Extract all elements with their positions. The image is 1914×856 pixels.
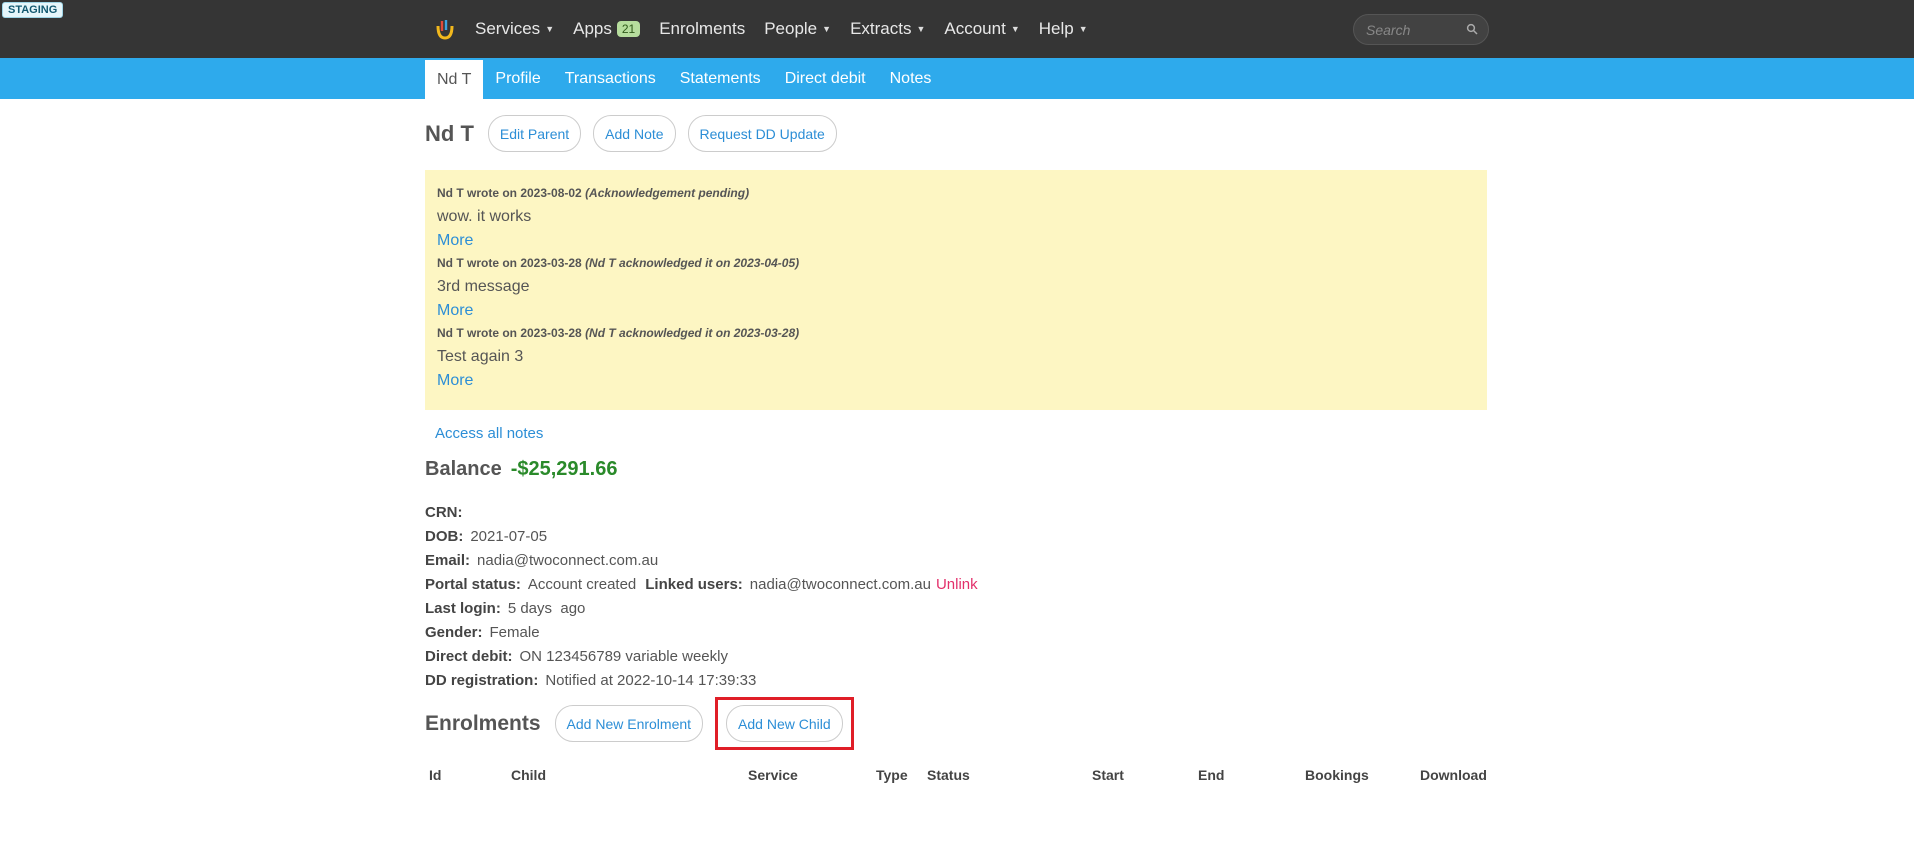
nav-help[interactable]: Help ▼ (1039, 19, 1088, 39)
search-box (1353, 14, 1489, 45)
nav-services[interactable]: Services ▼ (475, 19, 554, 39)
page-title: Nd T (425, 120, 474, 146)
tab-statements[interactable]: Statements (668, 58, 773, 99)
note-header: Nd T wrote on 2023-08-02 (437, 186, 582, 200)
caret-down-icon: ▼ (822, 24, 832, 34)
top-navbar: Services ▼ Apps 21 Enrolments People ▼ Extr… (0, 0, 1914, 58)
column-header[interactable]: Bookings (1305, 767, 1369, 783)
note-header: Nd T wrote on 2023-03-28 (437, 256, 582, 270)
nav-apps[interactable]: Apps 21 (573, 19, 641, 39)
page-header: Nd T Edit Parent Add Note Request DD Upd… (425, 115, 849, 152)
main-menu: Services ▼ Apps 21 Enrolments People ▼ Extr… (475, 0, 1107, 58)
note-item: Nd T wrote on 2023-03-28 (Nd T acknowled… (437, 326, 1475, 390)
tab-profile[interactable]: Profile (483, 58, 552, 99)
column-header[interactable]: End (1198, 767, 1224, 783)
column-header[interactable]: Status (927, 767, 970, 783)
add-new-enrolment-button[interactable]: Add New Enrolment (554, 705, 704, 742)
column-header[interactable]: Service (748, 767, 798, 783)
note-ack-status: (Acknowledgement pending) (585, 186, 750, 200)
note-more-link[interactable]: More (437, 232, 1475, 250)
tab-transactions[interactable]: Transactions (553, 58, 668, 99)
caret-down-icon: ▼ (545, 24, 555, 34)
add-new-child-button[interactable]: Add New Child (726, 705, 843, 742)
tab-notes[interactable]: Notes (878, 58, 944, 99)
column-header[interactable]: Start (1092, 767, 1124, 783)
parent-subnav: Nd T Profile Transactions Statements Dir… (0, 58, 1914, 99)
nav-extracts[interactable]: Extracts ▼ (850, 19, 925, 39)
note-ack-status: (Nd T acknowledged it on 2023-04-05) (585, 256, 800, 270)
enrolments-table-header: Id Child Service Type Status Start End B… (425, 767, 1487, 787)
column-header[interactable]: Id (429, 767, 441, 783)
detail-last-login: Last login: 5 days ago (425, 599, 586, 617)
note-body: Test again 3 (437, 348, 524, 365)
note-more-link[interactable]: More (437, 302, 1475, 320)
apps-count-badge: 21 (616, 21, 641, 37)
access-all-notes-link[interactable]: Access all notes (435, 425, 543, 442)
staging-badge: STAGING (2, 2, 64, 18)
tab-direct-debit[interactable]: Direct debit (773, 58, 878, 99)
enrolments-header: Enrolments Add New Enrolment Add New Chi… (425, 697, 854, 750)
note-body: wow. it works (437, 208, 532, 225)
note-ack-status: (Nd T acknowledged it on 2023-03-28) (585, 326, 800, 340)
linked-user-email: nadia@twoconnect.com.au (749, 575, 931, 593)
caret-down-icon: ▼ (916, 24, 926, 34)
parent-details: CRN: DOB: 2021-07-05 Email: nadia@twoconne… (425, 500, 978, 693)
detail-portal-status: Portal status: Account created Linked use… (425, 575, 978, 593)
nav-account[interactable]: Account ▼ (944, 19, 1019, 39)
edit-parent-button[interactable]: Edit Parent (487, 115, 582, 152)
highlight-box: Add New Child (715, 697, 854, 750)
balance-value: -$25,291.66 (510, 458, 618, 480)
detail-dob: DOB: 2021-07-05 (425, 527, 548, 545)
column-header[interactable]: Download (1420, 767, 1487, 783)
unlink-button[interactable]: Unlink (936, 576, 978, 593)
search-input[interactable] (1354, 15, 1462, 44)
detail-dd-registration: DD registration: Notified at 2022-10-14 1… (425, 672, 757, 690)
enrolments-title: Enrolments (425, 711, 541, 735)
nav-people[interactable]: People ▼ (764, 19, 831, 39)
note-item: Nd T wrote on 2023-08-02 (Acknowledgemen… (437, 186, 1475, 250)
detail-crn: CRN: (425, 503, 463, 521)
note-header: Nd T wrote on 2023-03-28 (437, 326, 582, 340)
balance: Balance -$25,291.66 (425, 458, 617, 481)
column-header[interactable]: Type (876, 767, 908, 783)
note-more-link[interactable]: More (437, 372, 1475, 390)
detail-gender: Gender: Female (425, 624, 540, 642)
nav-enrolments[interactable]: Enrolments (659, 19, 745, 39)
notes-panel: Nd T wrote on 2023-08-02 (Acknowledgemen… (425, 170, 1487, 410)
balance-label: Balance (425, 458, 502, 480)
note-body: 3rd message (437, 278, 530, 295)
detail-email: Email: nadia@twoconnect.com.au (425, 551, 659, 569)
app-logo-icon[interactable] (433, 17, 457, 41)
caret-down-icon: ▼ (1078, 24, 1088, 34)
column-header[interactable]: Child (511, 767, 546, 783)
caret-down-icon: ▼ (1010, 24, 1020, 34)
note-item: Nd T wrote on 2023-03-28 (Nd T acknowled… (437, 256, 1475, 320)
request-dd-update-button[interactable]: Request DD Update (687, 115, 837, 152)
tab-overview[interactable]: Nd T (425, 60, 484, 99)
detail-direct-debit: Direct debit: ON 123456789 variable weekl… (425, 648, 728, 666)
search-icon[interactable] (1466, 23, 1478, 35)
add-note-button[interactable]: Add Note (593, 115, 676, 152)
